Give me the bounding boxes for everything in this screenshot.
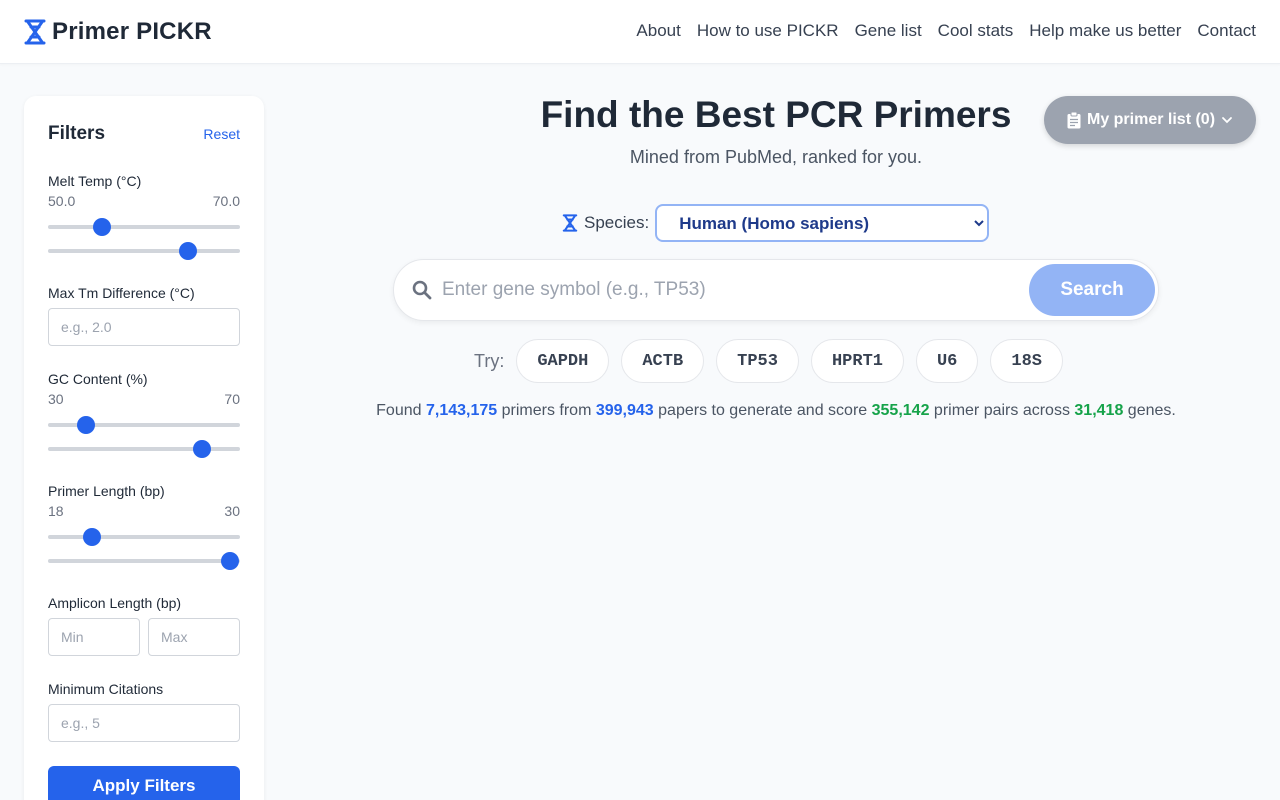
primer-length-high-slider[interactable]: [48, 552, 240, 570]
dna-hourglass-icon: [24, 19, 46, 45]
gc-content-range-labels: 30 70: [48, 391, 240, 407]
dna-hourglass-icon: [562, 214, 578, 232]
stats-text-4: primer pairs across: [933, 402, 1070, 419]
suggestion-chip-hprt1[interactable]: HPRT1: [810, 339, 904, 383]
melt-temp-high-thumb[interactable]: [179, 242, 198, 260]
stats-text-1: Found: [376, 402, 422, 419]
main-nav: About How to use PICKR Gene list Cool st…: [636, 21, 1256, 41]
suggestion-chip-tp53[interactable]: TP53: [716, 339, 799, 383]
primer-length-label: Primer Length (bp): [48, 483, 165, 499]
site-logo[interactable]: Primer PICKR: [24, 18, 212, 46]
melt-temp-range-labels: 50.0 70.0: [48, 193, 240, 209]
melt-temp-low-slider[interactable]: [48, 218, 240, 236]
logo-text: Primer PICKR: [52, 18, 212, 45]
chevron-down-icon: [1222, 117, 1232, 124]
melt-temp-label: Melt Temp (°C): [48, 173, 142, 189]
amplicon-max-input[interactable]: [148, 618, 240, 656]
nav-cool-stats[interactable]: Cool stats: [938, 21, 1014, 41]
top-header: Primer PICKR About How to use PICKR Gene…: [0, 0, 1280, 64]
gc-content-max-label: 70: [224, 391, 240, 407]
gc-content-high-slider[interactable]: [48, 440, 240, 458]
filters-title: Filters: [48, 123, 106, 144]
database-stats: Found 7,143,175 primers from 399,943 pap…: [276, 402, 1276, 420]
species-row: Species: Human (Homo sapiens): [562, 204, 990, 242]
gc-content-low-thumb[interactable]: [77, 416, 96, 434]
stats-text-2: primers from: [501, 402, 592, 419]
page-subtitle: Mined from PubMed, ranked for you.: [629, 147, 923, 167]
nav-about[interactable]: About: [636, 21, 680, 41]
melt-temp-high-slider[interactable]: [48, 242, 240, 260]
primer-length-high-thumb[interactable]: [221, 552, 240, 570]
species-select[interactable]: Human (Homo sapiens): [655, 204, 990, 242]
stats-text-5: genes.: [1127, 402, 1176, 419]
suggestion-chip-18s[interactable]: 18S: [990, 339, 1063, 383]
try-label: Try:: [474, 350, 505, 371]
search-button[interactable]: Search: [1029, 264, 1155, 316]
gene-search-input[interactable]: [442, 270, 1022, 310]
gc-content-min-label: 30: [48, 391, 64, 407]
melt-temp-low-thumb[interactable]: [92, 218, 111, 236]
max-tm-diff-input[interactable]: [48, 308, 240, 346]
apply-filters-button[interactable]: Apply Filters: [48, 766, 240, 800]
gc-content-high-thumb[interactable]: [192, 440, 211, 458]
amplicon-min-input[interactable]: [48, 618, 140, 656]
search-bar: Search: [393, 259, 1159, 321]
primer-length-low-thumb[interactable]: [83, 528, 102, 546]
suggestion-chip-u6[interactable]: U6: [915, 339, 979, 383]
nav-how-to-use[interactable]: How to use PICKR: [697, 21, 839, 41]
amplicon-length-label: Amplicon Length (bp): [48, 595, 182, 611]
stats-primers-count: 7,143,175: [425, 402, 498, 419]
filters-panel: Filters Reset Melt Temp (°C) 50.0 70.0 M…: [24, 96, 264, 800]
melt-temp-max-label: 70.0: [212, 193, 240, 209]
min-citations-label: Minimum Citations: [48, 681, 164, 697]
reset-link[interactable]: Reset: [203, 126, 240, 142]
primer-length-max-label: 30: [224, 503, 240, 519]
min-citations-input[interactable]: [48, 704, 240, 742]
suggestion-chip-gapdh[interactable]: GAPDH: [516, 339, 610, 383]
stats-genes-count: 31,418: [1074, 402, 1124, 419]
try-suggestions: Try: GAPDH ACTB TP53 HPRT1 U6 18S: [474, 339, 1063, 383]
suggestion-chip-actb[interactable]: ACTB: [621, 339, 705, 383]
nav-contact[interactable]: Contact: [1197, 21, 1256, 41]
nav-gene-list[interactable]: Gene list: [855, 21, 922, 41]
species-label: Species:: [584, 213, 650, 232]
stats-pairs-count: 355,142: [871, 402, 930, 419]
primer-list-button[interactable]: My primer list (0): [1044, 96, 1256, 144]
primer-length-low-slider[interactable]: [48, 528, 240, 546]
primer-length-range-labels: 18 30: [48, 503, 240, 519]
primer-list-label: My primer list (0): [1086, 111, 1216, 128]
clipboard-icon: [1067, 111, 1081, 128]
search-icon: [412, 280, 432, 300]
max-tm-diff-label: Max Tm Difference (°C): [48, 285, 195, 301]
nav-help[interactable]: Help make us better: [1029, 21, 1181, 41]
stats-text-3: papers to generate and score: [658, 402, 868, 419]
primer-length-min-label: 18: [48, 503, 64, 519]
stats-papers-count: 399,943: [595, 402, 654, 419]
gc-content-label: GC Content (%): [48, 371, 148, 387]
gc-content-low-slider[interactable]: [48, 416, 240, 434]
melt-temp-min-label: 50.0: [48, 193, 76, 209]
